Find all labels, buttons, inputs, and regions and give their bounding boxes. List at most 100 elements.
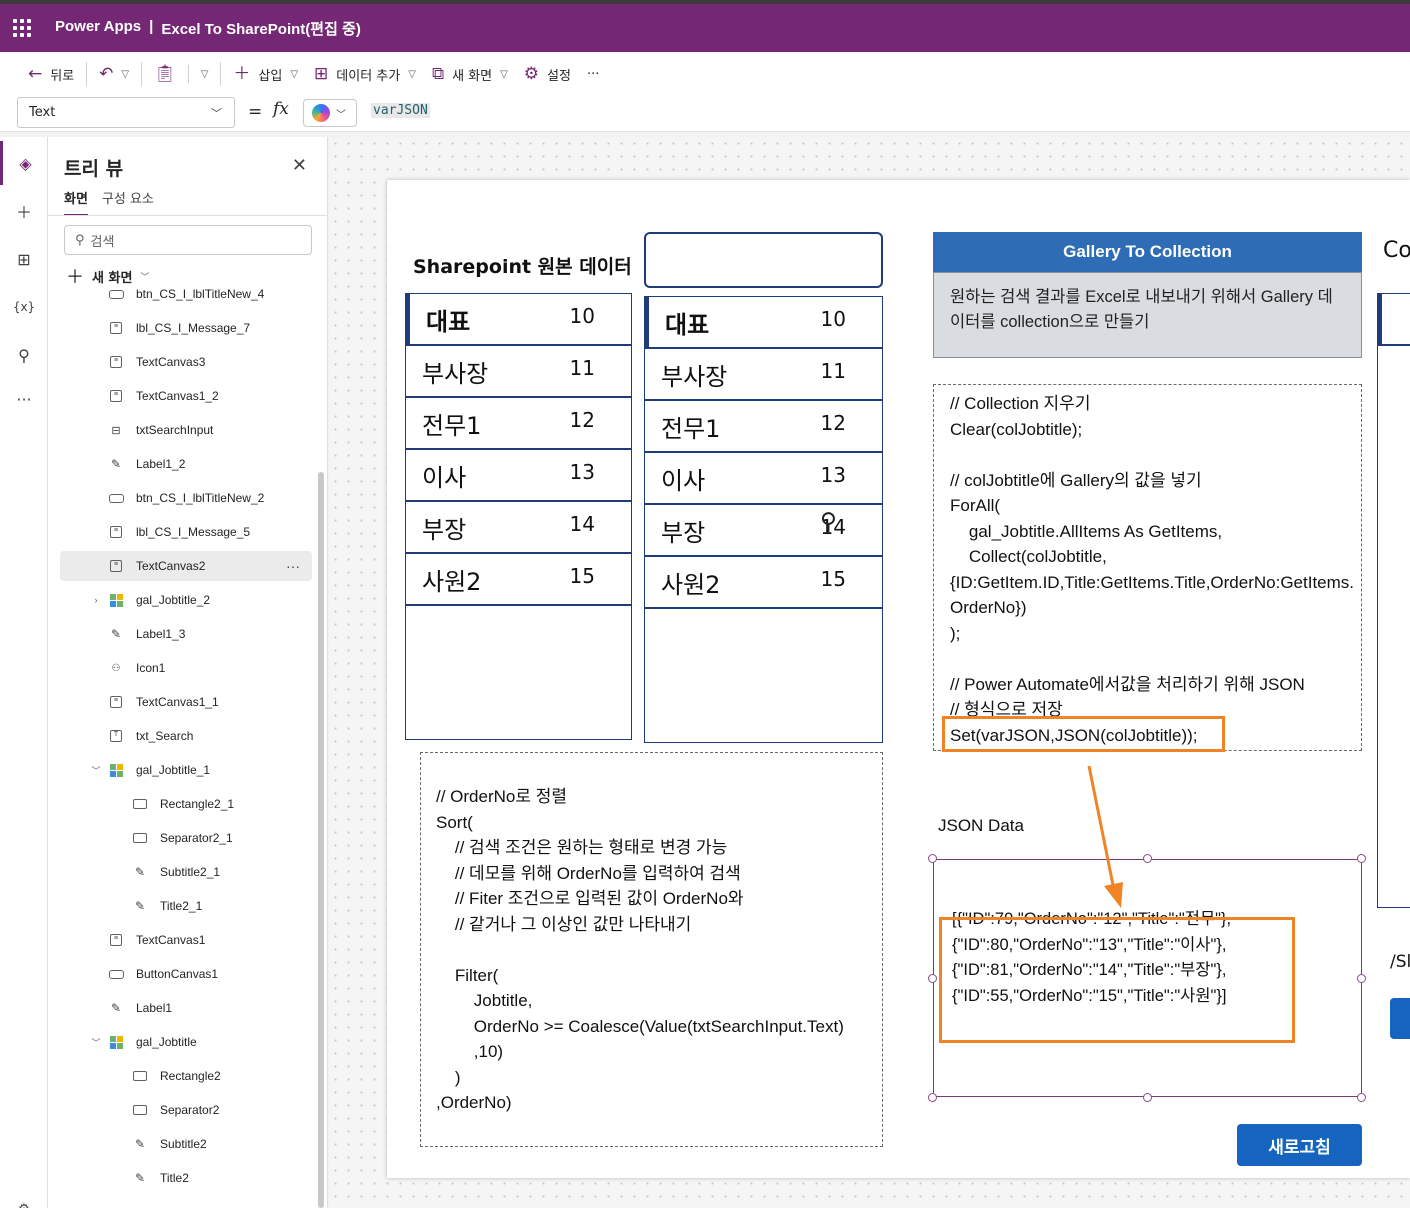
refresh-button[interactable]: 새로고침 [1237, 1124, 1362, 1166]
tree-list: btn_CS_I_lblTitleNew_4 ≡ lbl_CS_I_Message_… [48, 279, 327, 1208]
partial-button[interactable] [1390, 998, 1410, 1039]
tree-item[interactable]: ≡ lbl_CS_I_Message_5 [60, 517, 312, 547]
settings-icon[interactable]: ⚙ [0, 1187, 48, 1208]
variables-icon[interactable]: {x} [0, 285, 48, 329]
tree-view-icon[interactable]: ◈ [0, 141, 48, 185]
equals-sign: = [248, 102, 263, 122]
data-icon[interactable]: ⊞ [0, 237, 48, 281]
gallery-row-title: 전무1 [422, 412, 482, 440]
formula-input[interactable]: varJSON [371, 103, 430, 118]
new-screen-button[interactable]: ⧉ 새 화면 ▽ [424, 58, 516, 90]
gallery-source[interactable]: 대표 10 부사장 11 전무1 12 이사 13 부장 14 사원2 15 [405, 293, 632, 740]
insert-icon[interactable]: ＋ [0, 189, 48, 233]
gallery-row[interactable]: 전무1 12 [645, 401, 882, 453]
text-icon: ≡ [108, 695, 124, 709]
tree-item[interactable]: Rectangle2_1 [60, 789, 312, 819]
tree-item[interactable]: Ttxt_Search [60, 721, 312, 751]
gallery-row-number: 11 [820, 359, 846, 383]
plus-icon: ＋ [233, 63, 251, 84]
gallery-row[interactable]: 부장 14 [406, 502, 631, 554]
tree-item[interactable]: ✎ Label1_3 [60, 619, 312, 649]
tree-item[interactable]: ﹀ gal_Jobtitle [60, 1027, 312, 1057]
back-button[interactable]: ← 뒤로 [20, 58, 82, 90]
tree-item[interactable]: ✎ Subtitle2_1 [60, 857, 312, 887]
gallery-row[interactable]: 이사 13 [645, 453, 882, 505]
resize-handle[interactable] [928, 974, 937, 983]
more-icon[interactable]: ··· [0, 377, 48, 421]
tree-item[interactable]: ﹀ gal_Jobtitle_1 [60, 755, 312, 785]
tree-item[interactable]: ⚇ Icon1 [60, 653, 312, 683]
json-data-label: JSON Data [938, 816, 1024, 835]
paste-button[interactable]: 📋︎ ▽ [146, 58, 216, 90]
gallery-row[interactable]: 전무1 12 [406, 398, 631, 450]
tree-item[interactable]: ⊟ txtSearchInput [60, 415, 312, 445]
copilot-button[interactable]: ﹀ [303, 99, 357, 127]
label-icon: ✎ [110, 1001, 122, 1015]
chevron-right-icon[interactable]: › [90, 595, 102, 605]
tree-search-input[interactable]: ⚲ 검색 [64, 225, 312, 255]
gallery-row[interactable]: 이사 13 [406, 450, 631, 502]
resize-handle[interactable] [928, 854, 937, 863]
resize-handle[interactable] [1357, 974, 1366, 983]
gallery-row-title: 이사 [661, 467, 706, 495]
highlight-box [942, 716, 1225, 752]
tree-item[interactable]: ≡ TextCanvas1 [60, 925, 312, 955]
tree-item[interactable]: Separator2_1 [60, 823, 312, 853]
divider [48, 215, 327, 216]
tree-item[interactable]: ✎ Title2 [60, 1163, 312, 1193]
chevron-down-icon[interactable]: ﹀ [90, 1036, 102, 1049]
tree-item[interactable]: ≡ TextCanvas2 ··· [60, 551, 312, 581]
gallery-row[interactable]: 대표 10 [406, 294, 631, 346]
clipboard-icon: 📋︎ [154, 63, 176, 84]
gallery-row[interactable]: 사원2 15 [645, 557, 882, 609]
tree-item[interactable]: ✎ Title2_1 [60, 891, 312, 921]
tree-item[interactable]: Separator2 [60, 1095, 312, 1125]
gallery-row[interactable]: 부장 14 ⚲ [645, 505, 882, 557]
tree-item[interactable]: btn_CS_I_lblTitleNew_2 [60, 483, 312, 513]
tree-item[interactable]: ✎ Label1_2 [60, 449, 312, 479]
gallery-row[interactable]: 대표 10 [645, 297, 882, 349]
textinput-icon: T [108, 729, 124, 743]
tree-item[interactable]: ≡ lbl_CS_I_Message_7 [60, 313, 312, 343]
more-icon[interactable]: ··· [286, 558, 300, 574]
tree-item[interactable]: ✎ Subtitle2 [60, 1129, 312, 1159]
text-icon: ≡ [108, 933, 124, 947]
add-data-button[interactable]: ⊞ 데이터 추가 ▽ [306, 58, 424, 90]
tree-item[interactable]: ButtonCanvas1 [60, 959, 312, 989]
tree-item-label: Separator2_1 [160, 831, 233, 845]
gallery-row[interactable]: 사원2 15 [406, 554, 631, 606]
txt-search-input[interactable] [644, 232, 883, 288]
gallery-row[interactable]: 부사장 11 [406, 346, 631, 398]
tree-item[interactable]: ≡ TextCanvas3 [60, 347, 312, 377]
property-dropdown[interactable]: Text ﹀ [17, 97, 235, 128]
tree-item[interactable]: btn_CS_I_lblTitleNew_4 [60, 279, 312, 309]
app-launcher-icon[interactable] [0, 4, 44, 52]
tree-item[interactable]: ✎ Label1 [60, 993, 312, 1023]
settings-button[interactable]: ⚙ 설정 [516, 58, 579, 90]
resize-handle[interactable] [1143, 1093, 1152, 1102]
right-gallery[interactable] [1377, 293, 1410, 908]
tree-item[interactable]: ≡ TextCanvas1_2 [60, 381, 312, 411]
tab-components[interactable]: 구성 요소 [102, 188, 154, 216]
close-icon[interactable]: ✕ [292, 155, 307, 176]
gallery-filtered[interactable]: 대표 10 부사장 11 전무1 12 이사 13 부장 14 ⚲ 사원2 15 [644, 296, 883, 743]
more-button[interactable]: ··· [579, 58, 607, 90]
tab-screens[interactable]: 화면 [64, 188, 88, 216]
app-name: Power Apps [55, 17, 142, 35]
search-icon[interactable]: ⚲ [0, 333, 48, 377]
tree-item[interactable]: Rectangle2 [60, 1061, 312, 1091]
resize-handle[interactable] [1357, 1093, 1366, 1102]
chevron-down-icon[interactable]: ▽ [121, 69, 129, 80]
insert-button[interactable]: ＋ 삽입 ▽ [225, 58, 306, 90]
gallery-row[interactable]: 부사장 11 [645, 349, 882, 401]
tree-item-label: btn_CS_I_lblTitleNew_4 [136, 287, 265, 301]
resize-handle[interactable] [928, 1093, 937, 1102]
undo-button[interactable]: ↶ ▽ [91, 58, 137, 90]
tree-item[interactable]: › gal_Jobtitle_2 [60, 585, 312, 615]
tree-scrollbar[interactable] [318, 472, 324, 1208]
chevron-down-icon[interactable]: ﹀ [90, 764, 102, 777]
tree-item[interactable]: ≡ TextCanvas1_1 [60, 687, 312, 717]
chevron-down-icon[interactable]: ▽ [201, 69, 209, 80]
resize-handle[interactable] [1357, 854, 1366, 863]
resize-handle[interactable] [1143, 854, 1152, 863]
